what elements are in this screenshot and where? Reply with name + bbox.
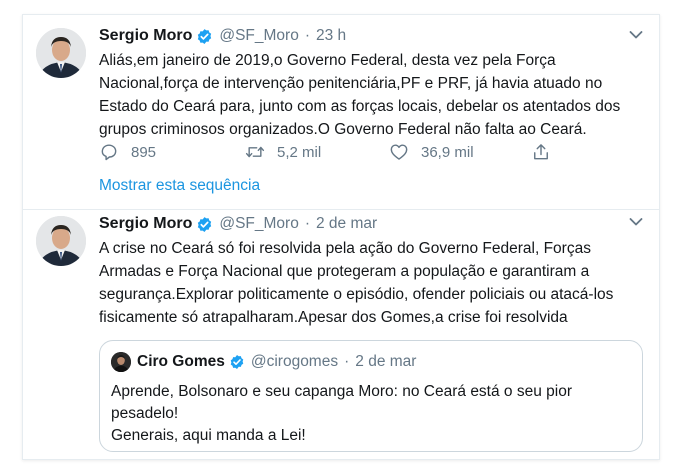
avatar[interactable] xyxy=(36,28,86,78)
share-icon xyxy=(534,144,548,160)
tweet-text: Aliás,em janeiro de 2019,o Governo Feder… xyxy=(99,52,621,138)
tweet-timestamp[interactable]: 23 h xyxy=(316,27,346,45)
quoted-tweet-text: Aprende, Bolsonaro e seu capanga Moro: n… xyxy=(111,383,572,444)
reply-count: 895 xyxy=(131,143,157,161)
separator-dot: · xyxy=(344,353,350,370)
retweet-button[interactable]: 5,2 mil xyxy=(245,141,321,163)
like-button[interactable]: 36,9 mil xyxy=(389,141,474,163)
tweet[interactable]: Sergio Moro @SF_Moro · 2 de mar A crise … xyxy=(23,210,659,460)
author-handle[interactable]: @SF_Moro xyxy=(219,215,298,233)
quoted-tweet-header: Ciro Gomes @cirogomes · 2 de mar xyxy=(137,351,416,373)
retweet-icon xyxy=(245,146,265,158)
show-thread-link[interactable]: Mostrar esta sequência xyxy=(99,177,260,195)
tweet[interactable]: Sergio Moro @SF_Moro · 23 h Aliás,em jan… xyxy=(23,15,659,210)
share-button[interactable] xyxy=(531,141,563,163)
timeline-card: Sergio Moro @SF_Moro · 23 h Aliás,em jan… xyxy=(22,14,660,460)
like-count: 36,9 mil xyxy=(421,143,474,161)
tweet-header: Sergio Moro @SF_Moro · 2 de mar xyxy=(99,213,377,235)
heart-icon xyxy=(390,144,408,160)
reply-icon xyxy=(101,144,117,161)
tweet-actions: 895 5,2 mil 36,9 mil xyxy=(99,141,559,163)
separator-dot: · xyxy=(304,27,310,44)
separator-dot: · xyxy=(304,215,310,232)
quoted-tweet-timestamp[interactable]: 2 de mar xyxy=(355,353,416,371)
chevron-down-icon[interactable] xyxy=(629,217,643,227)
quoted-avatar[interactable] xyxy=(111,352,131,372)
author-handle[interactable]: @SF_Moro xyxy=(219,27,298,45)
author-name[interactable]: Sergio Moro xyxy=(99,27,192,45)
reply-button[interactable]: 895 xyxy=(99,141,156,163)
tweet-text: A crise no Ceará só foi resolvida pela a… xyxy=(99,240,614,326)
quoted-tweet[interactable]: Ciro Gomes @cirogomes · 2 de mar Aprende… xyxy=(99,340,643,452)
author-name[interactable]: Sergio Moro xyxy=(99,215,192,233)
chevron-down-icon[interactable] xyxy=(629,30,643,40)
verified-badge-icon xyxy=(198,28,212,44)
tweet-timestamp[interactable]: 2 de mar xyxy=(316,215,377,233)
avatar[interactable] xyxy=(36,216,86,266)
verified-badge-icon xyxy=(230,355,244,369)
retweet-count: 5,2 mil xyxy=(277,143,322,161)
quoted-author-name[interactable]: Ciro Gomes xyxy=(137,353,225,371)
verified-badge-icon xyxy=(198,216,212,232)
quoted-author-handle[interactable]: @cirogomes xyxy=(251,353,338,371)
tweet-header: Sergio Moro @SF_Moro · 23 h xyxy=(99,25,346,47)
